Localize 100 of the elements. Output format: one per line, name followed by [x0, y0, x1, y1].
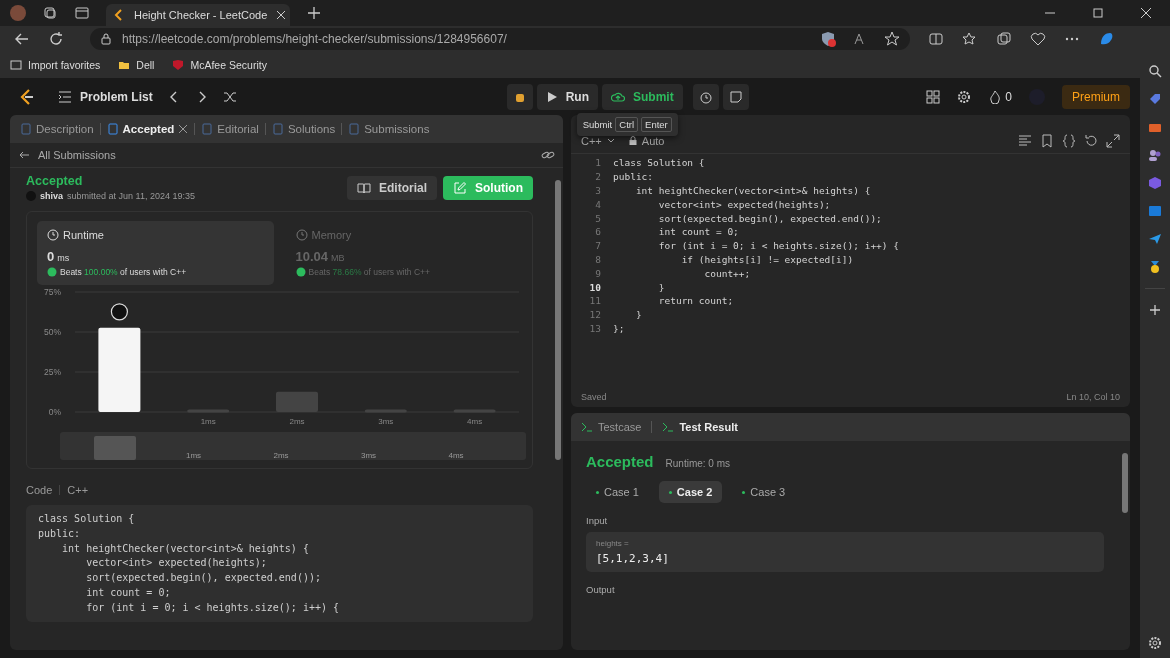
key-label: Enter [641, 116, 672, 132]
username[interactable]: shiva [40, 191, 63, 201]
layout-icon[interactable] [926, 89, 941, 104]
new-tab-icon[interactable] [306, 5, 322, 21]
back-icon[interactable] [14, 31, 30, 47]
folder-icon [118, 59, 131, 71]
code-line: int count = 0; [657, 226, 739, 238]
debug-button[interactable] [506, 83, 533, 110]
mode-label[interactable]: Auto [627, 135, 665, 147]
mail-icon[interactable] [1148, 204, 1162, 218]
add-icon[interactable] [1148, 303, 1162, 317]
close-icon[interactable] [275, 9, 288, 21]
key-label: Ctrl [615, 116, 639, 132]
shield-icon[interactable] [820, 31, 836, 47]
star-icon[interactable] [884, 31, 900, 47]
panel-tab[interactable]: Description [20, 123, 94, 135]
result-tab[interactable]: Testcase [581, 421, 642, 433]
favorite-link[interactable]: McAfee Security [172, 59, 267, 71]
favorites-icon[interactable] [962, 31, 978, 47]
import-icon [10, 59, 22, 71]
reset-icon[interactable] [1084, 134, 1098, 148]
premium-button[interactable]: Premium [1062, 84, 1130, 109]
medal-icon[interactable] [1148, 260, 1162, 274]
case-tab[interactable]: Case 2 [658, 481, 723, 503]
tab-icon [106, 123, 119, 135]
terminal-icon [662, 421, 675, 433]
panel-tab[interactable]: Accepted [106, 123, 189, 135]
axis-label: 75% [44, 287, 61, 297]
format-icon[interactable] [1018, 134, 1032, 148]
tag-icon[interactable] [1148, 92, 1162, 106]
collections-icon[interactable] [996, 31, 1012, 47]
axis-label: 1ms [200, 417, 216, 426]
overview-label: 1ms [186, 451, 203, 460]
tab-icon [201, 123, 214, 135]
line-number: 4 [594, 198, 601, 210]
settings-icon[interactable] [1148, 636, 1162, 650]
favorite-link[interactable]: Import favorites [10, 59, 101, 71]
heart-icon[interactable] [1030, 31, 1046, 47]
submission-time: submitted at Jun 11, 2024 19:35 [67, 191, 195, 201]
chart-bar[interactable] [98, 327, 141, 412]
line-number: 8 [594, 253, 601, 265]
workspaces-icon[interactable] [42, 5, 58, 21]
favorite-link[interactable]: Dell [118, 59, 155, 71]
line-number: 10 [588, 281, 601, 293]
problem-list-link[interactable]: Problem List [58, 89, 153, 104]
stat-value: 10.04 [295, 249, 329, 264]
range-selector[interactable]: 1ms 2ms 3ms 4ms [60, 432, 526, 460]
people-icon[interactable] [1148, 148, 1162, 162]
back-link[interactable]: All Submissions [18, 149, 116, 161]
leetcode-logo-icon[interactable] [18, 87, 36, 106]
timer-button[interactable] [692, 83, 719, 110]
code-line: return count; [657, 295, 734, 307]
axis-label: 25% [44, 367, 61, 377]
line-number: 9 [594, 267, 601, 279]
user-avatar-marker [110, 303, 128, 321]
lock-icon [627, 136, 638, 146]
code-line: public: [613, 171, 654, 183]
address-bar[interactable]: https://leetcode.com/problems/height-checker/submissions/1284956607/ [90, 28, 910, 50]
settings-icon[interactable] [957, 89, 972, 104]
hexagon-icon[interactable] [1148, 176, 1162, 190]
case-tab[interactable]: Case 1 [586, 481, 649, 503]
code-line: count++; [703, 267, 751, 279]
browser-tab[interactable]: Height Checker - LeetCode [106, 4, 290, 26]
param-value: [5,1,2,3,4] [596, 552, 670, 565]
list-icon [58, 89, 72, 104]
expand-icon[interactable] [1106, 134, 1120, 148]
submit-button[interactable]: Submit [602, 83, 683, 110]
shuffle-icon[interactable] [222, 89, 237, 104]
section-label: Code [26, 484, 53, 496]
split-screen-icon[interactable] [928, 31, 944, 47]
stat-unit: MB [331, 253, 345, 263]
shield-icon [172, 59, 185, 71]
stat-value: 0 [47, 249, 55, 264]
language-dropdown[interactable]: C++ [581, 135, 616, 147]
result-tab[interactable]: Test Result [662, 421, 738, 433]
close-icon[interactable] [178, 124, 189, 134]
line-number: 6 [594, 226, 601, 238]
notes-button[interactable] [722, 83, 749, 110]
clock-icon [47, 229, 59, 241]
code-line: int count = 0; [85, 586, 172, 600]
code-line: sort(expected.begin(), expected.end()); [85, 571, 322, 586]
tab-actions-icon[interactable] [74, 5, 90, 21]
line-number: 3 [594, 185, 601, 196]
braces-icon[interactable] [1062, 134, 1076, 148]
paper-plane-icon[interactable] [1148, 232, 1162, 246]
bookmark-icon[interactable] [1040, 134, 1054, 148]
panel-tab[interactable]: Submissions [348, 123, 430, 135]
editorial-button[interactable]: Editorial [347, 175, 437, 200]
run-button[interactable]: Run [536, 83, 598, 110]
case-tab[interactable]: Case 3 [732, 481, 796, 503]
maximize-icon[interactable] [1092, 7, 1104, 19]
panel-tab[interactable]: Solutions [271, 123, 336, 135]
stat-tile[interactable]: Runtime 0 ms Beats 100.00% of users with C++ [37, 221, 274, 285]
panel-tab[interactable]: Editorial [201, 123, 259, 135]
search-icon[interactable] [1148, 64, 1162, 78]
streak-counter[interactable]: 0 [988, 89, 1012, 104]
overview-label: 3ms [361, 451, 378, 460]
close-window-icon[interactable] [1140, 7, 1152, 19]
code-line: int heightChecker(vector<int>& heights) { [634, 185, 871, 196]
refresh-icon[interactable] [48, 31, 64, 47]
